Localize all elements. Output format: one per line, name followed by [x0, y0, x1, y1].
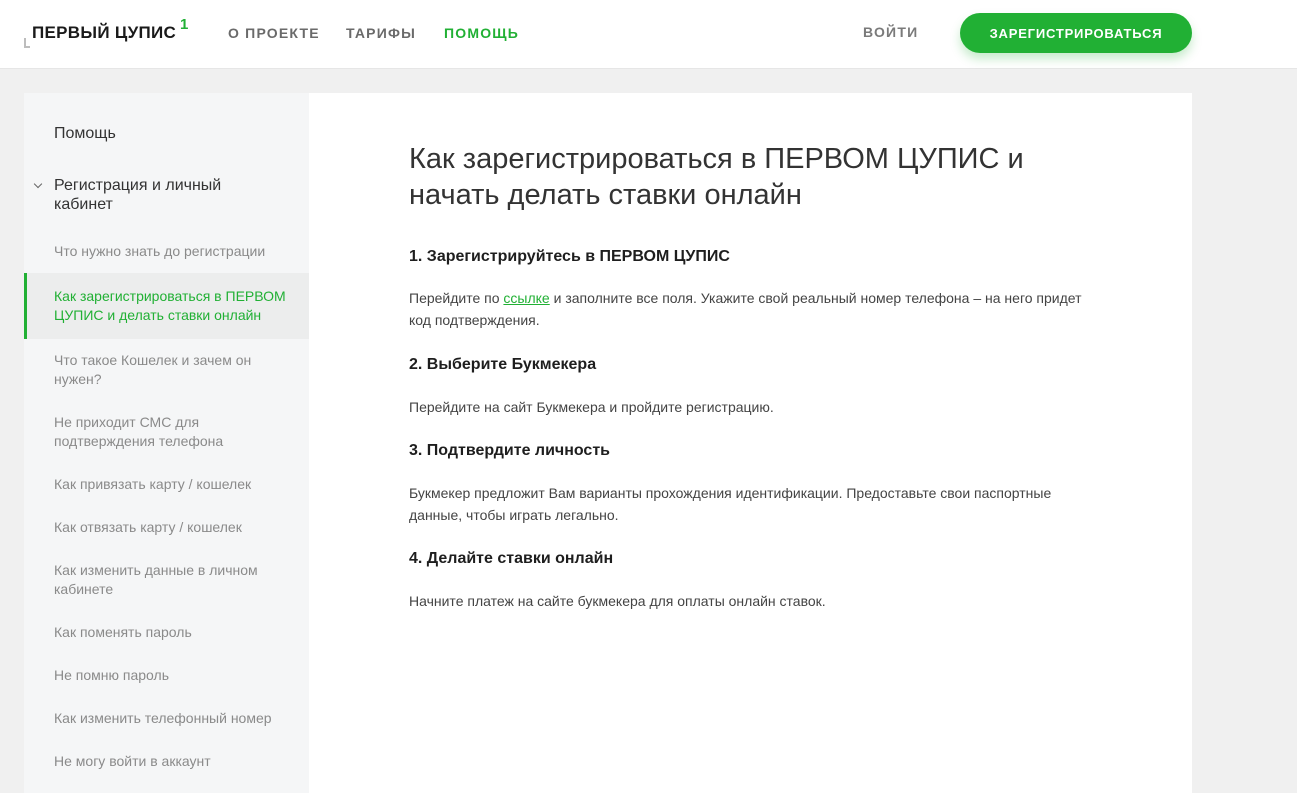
chevron-down-icon[interactable]: [33, 179, 43, 189]
sidebar-section-registration[interactable]: Регистрация и личный кабинет: [54, 176, 284, 214]
step-4-text: Начните платеж на сайте букмекера для оп…: [409, 593, 826, 609]
sidebar-item-unlink-card[interactable]: Как отвязать карту / кошелек: [54, 518, 299, 537]
login-link[interactable]: ВОЙТИ: [863, 24, 918, 40]
step-3-heading: 3. Подтвердите личность: [409, 442, 610, 459]
article-title: Как зарегистрироваться в ПЕРВОМ ЦУПИС и …: [409, 143, 1024, 211]
sidebar-item-change-data[interactable]: Как изменить данные в личном кабинете: [54, 561, 299, 599]
sidebar-item-wallet[interactable]: Что такое Кошелек и зачем он нужен?: [54, 351, 299, 389]
top-header: ПЕРВЫЙ ЦУПИС 1 О ПРОЕКТЕ ТАРИФЫ ПОМОЩЬ В…: [0, 0, 1297, 69]
help-sidebar: Помощь Регистрация и личный кабинет Что …: [24, 93, 309, 793]
step-1-text: Перейдите по ссылке и заполните все поля…: [409, 287, 1089, 331]
logo[interactable]: ПЕРВЫЙ ЦУПИС 1: [24, 16, 194, 50]
registration-link[interactable]: ссылке: [503, 290, 549, 306]
sidebar-item-sms[interactable]: Не приходит СМС для подтверждения телефо…: [54, 413, 299, 451]
sidebar-item-change-password[interactable]: Как поменять пароль: [54, 623, 299, 642]
sidebar-item-how-to-register[interactable]: Как зарегистрироваться в ПЕРВОМ ЦУПИС и …: [54, 287, 299, 325]
sidebar-item-before-registration[interactable]: Что нужно знать до регистрации: [54, 242, 299, 261]
step-3-text: Букмекер предложит Вам варианты прохожде…: [409, 485, 1052, 523]
main-card: Помощь Регистрация и личный кабинет Что …: [24, 93, 1192, 793]
sidebar-help-link[interactable]: Помощь: [54, 125, 116, 143]
step-2-heading: 2. Выберите Букмекера: [409, 356, 597, 373]
logo-corner-mark: [24, 38, 30, 48]
sidebar-item-change-phone[interactable]: Как изменить телефонный номер: [54, 709, 299, 728]
register-button[interactable]: ЗАРЕГИСТРИРОВАТЬСЯ: [960, 13, 1192, 53]
step-2-text: Перейдите на сайт Букмекера и пройдите р…: [409, 399, 774, 415]
nav-tariffs[interactable]: ТАРИФЫ: [346, 25, 416, 41]
step-1-heading: 1. Зарегистрируйтесь в ПЕРВОМ ЦУПИС: [409, 248, 730, 265]
nav-help[interactable]: ПОМОЩЬ: [444, 25, 519, 41]
logo-text: ПЕРВЫЙ ЦУПИС: [32, 23, 177, 42]
step-4-heading: 4. Делайте ставки онлайн: [409, 550, 614, 567]
step-1-text-before: Перейдите по: [409, 290, 504, 306]
sidebar-item-forgot-password[interactable]: Не помню пароль: [54, 666, 299, 685]
logo-superscript: 1: [180, 16, 189, 33]
sidebar-item-link-card[interactable]: Как привязать карту / кошелек: [54, 475, 299, 494]
sidebar-item-cant-login[interactable]: Не могу войти в аккаунт: [54, 752, 299, 771]
nav-about[interactable]: О ПРОЕКТЕ: [228, 25, 320, 41]
